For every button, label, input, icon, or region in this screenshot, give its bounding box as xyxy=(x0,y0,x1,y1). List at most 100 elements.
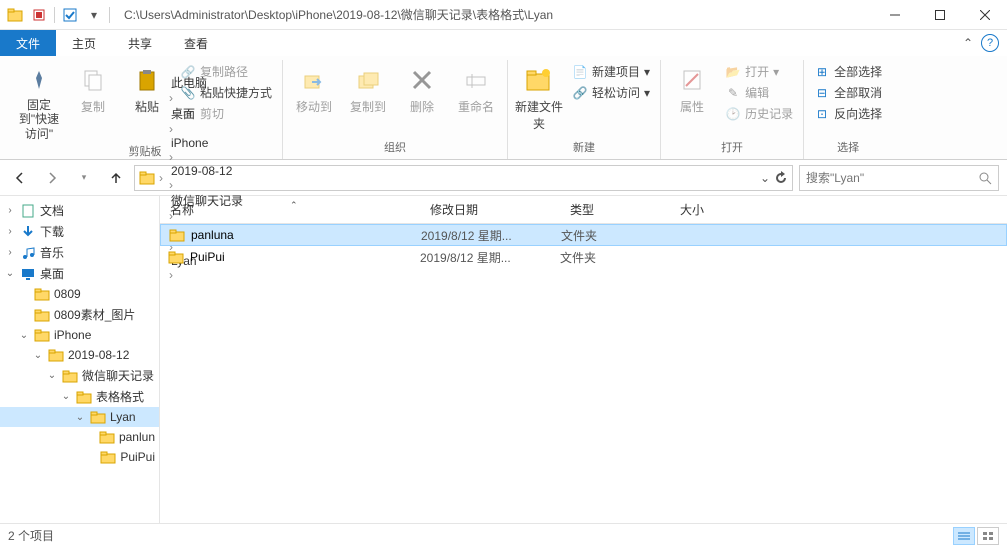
tree-node[interactable]: ⌄ 表格格式 xyxy=(0,386,159,407)
chevron-icon[interactable]: › xyxy=(157,171,165,185)
expand-icon[interactable]: ⌄ xyxy=(4,268,16,279)
tab-view[interactable]: 查看 xyxy=(168,30,224,56)
tab-file[interactable]: 文件 xyxy=(0,30,56,56)
close-button[interactable] xyxy=(962,0,1007,30)
tree-node[interactable]: › 音乐 xyxy=(0,242,159,263)
folder-icon xyxy=(4,4,26,26)
icons-view-button[interactable] xyxy=(977,527,999,545)
tree-node[interactable]: ⌄ 微信聊天记录 xyxy=(0,365,159,386)
tree-label: 表格格式 xyxy=(96,388,144,405)
tree-label: Lyan xyxy=(110,410,136,424)
ribbon-group-select: ⊞全部选择 ⊟全部取消 ⊡反向选择 选择 xyxy=(804,60,892,159)
dropdown-icon[interactable]: ▾ xyxy=(83,4,105,26)
properties-icon[interactable] xyxy=(28,4,50,26)
maximize-button[interactable] xyxy=(917,0,962,30)
help-icon[interactable]: ? xyxy=(981,34,999,52)
chevron-icon[interactable]: › xyxy=(167,178,175,192)
properties-button[interactable]: 属性 xyxy=(667,60,717,115)
refresh-button[interactable] xyxy=(774,171,788,185)
file-name: panluna xyxy=(191,228,234,242)
chevron-icon[interactable]: › xyxy=(167,91,175,105)
tree-node[interactable]: panlun xyxy=(0,427,159,447)
expand-icon[interactable]: › xyxy=(4,247,16,258)
file-row[interactable]: panluna2019/8/12 星期...文件夹 xyxy=(160,224,1007,246)
select-none-button[interactable]: ⊟全部取消 xyxy=(810,83,886,102)
file-name: PuiPui xyxy=(190,250,225,264)
file-list[interactable]: panluna2019/8/12 星期...文件夹 PuiPui 2019/8/12… xyxy=(160,224,1007,523)
tree-label: 微信聊天记录 xyxy=(82,367,154,384)
new-folder-button[interactable]: 新建文件夹 xyxy=(514,60,564,132)
column-date[interactable]: 修改日期 xyxy=(420,201,560,218)
move-icon xyxy=(298,64,330,96)
tree-node[interactable]: 0809素材_图片 xyxy=(0,304,159,325)
expand-icon[interactable]: ⌄ xyxy=(46,370,58,381)
copy-path-button[interactable]: 🔗复制路径 xyxy=(176,62,276,81)
checkbox-icon[interactable] xyxy=(59,4,81,26)
explorer-body: ›文档›下载›音乐⌄桌面08090809素材_图片⌄iPhone⌄2019-08… xyxy=(0,196,1007,523)
pin-to-quick-access-button[interactable]: 固定到"快速访问" xyxy=(14,60,64,141)
move-to-button[interactable]: 移动到 xyxy=(289,60,339,115)
group-label: 选择 xyxy=(837,137,859,159)
search-input[interactable] xyxy=(806,171,978,185)
tree-node[interactable]: ⌄ Lyan xyxy=(0,407,159,427)
copy-icon xyxy=(77,64,109,96)
search-icon[interactable] xyxy=(978,171,992,185)
column-size[interactable]: 大小 xyxy=(670,201,750,218)
doc-icon xyxy=(20,203,36,219)
tree-label: 音乐 xyxy=(40,244,64,261)
select-all-button[interactable]: ⊞全部选择 xyxy=(810,62,886,81)
expand-icon[interactable]: ⌄ xyxy=(74,412,86,423)
forward-button[interactable] xyxy=(40,166,64,190)
new-item-button[interactable]: 📄新建项目▾ xyxy=(568,62,654,81)
recent-dropdown[interactable]: ▾ xyxy=(72,166,96,190)
tree-label: PuiPui xyxy=(120,450,155,464)
copy-to-button[interactable]: 复制到 xyxy=(343,60,393,115)
tab-home[interactable]: 主页 xyxy=(56,30,112,56)
tree-node[interactable]: ⌄桌面 xyxy=(0,263,159,284)
chevron-icon[interactable]: › xyxy=(167,150,175,164)
expand-icon[interactable]: ⌄ xyxy=(60,391,72,402)
open-button[interactable]: 📂打开▾ xyxy=(721,62,797,81)
expand-icon[interactable]: › xyxy=(4,205,16,216)
expand-icon[interactable]: ⌄ xyxy=(32,350,44,361)
up-button[interactable] xyxy=(104,166,128,190)
address-bar[interactable]: › 此电脑›桌面›iPhone›2019-08-12›微信聊天记录›表格格式›L… xyxy=(134,165,793,191)
expand-icon[interactable]: ⌄ xyxy=(18,330,30,341)
delete-button[interactable]: 删除 xyxy=(397,60,447,115)
tree-node[interactable]: ›文档 xyxy=(0,200,159,221)
tree-node[interactable]: ⌄iPhone xyxy=(0,325,159,345)
column-name[interactable]: 名称 ⌃ xyxy=(160,201,420,218)
tree-node[interactable]: ⌄2019-08-12 xyxy=(0,345,159,365)
chevron-icon[interactable]: › xyxy=(167,122,175,136)
history-button[interactable]: 🕑历史记录 xyxy=(721,104,797,123)
folder-icon xyxy=(62,368,78,384)
tree-node[interactable]: 0809 xyxy=(0,284,159,304)
column-type[interactable]: 类型 xyxy=(560,201,670,218)
back-button[interactable] xyxy=(8,166,32,190)
details-view-button[interactable] xyxy=(953,527,975,545)
navigation-tree: ›文档›下载›音乐⌄桌面08090809素材_图片⌄iPhone⌄2019-08… xyxy=(0,196,160,523)
rename-icon xyxy=(460,64,492,96)
paste-button[interactable]: 粘贴 xyxy=(122,60,172,115)
tree-label: 下载 xyxy=(40,223,64,240)
cut-button[interactable]: ✂剪切 xyxy=(176,104,276,123)
invert-selection-button[interactable]: ⊡反向选择 xyxy=(810,104,886,123)
rename-button[interactable]: 重命名 xyxy=(451,60,501,115)
file-date: 2019/8/12 星期... xyxy=(420,249,560,266)
dropdown-icon[interactable]: ⌄ xyxy=(760,171,770,185)
breadcrumb-item[interactable]: 2019-08-12 xyxy=(167,164,247,178)
download-icon xyxy=(20,224,36,240)
easy-access-button[interactable]: 🔗轻松访问▾ xyxy=(568,83,654,102)
ribbon-collapse-icon[interactable]: ⌃ xyxy=(963,36,973,50)
tab-share[interactable]: 共享 xyxy=(112,30,168,56)
search-box[interactable] xyxy=(799,165,999,191)
minimize-button[interactable] xyxy=(872,0,917,30)
expand-icon[interactable]: › xyxy=(4,226,16,237)
file-row[interactable]: PuiPui2019/8/12 星期...文件夹 xyxy=(160,246,1007,268)
copy-button[interactable]: 复制 xyxy=(68,60,118,115)
properties-icon xyxy=(676,64,708,96)
tree-node[interactable]: › 下载 xyxy=(0,221,159,242)
edit-button[interactable]: ✎编辑 xyxy=(721,83,797,102)
tree-node[interactable]: PuiPui xyxy=(0,447,159,467)
breadcrumb-item[interactable]: iPhone xyxy=(167,136,247,150)
